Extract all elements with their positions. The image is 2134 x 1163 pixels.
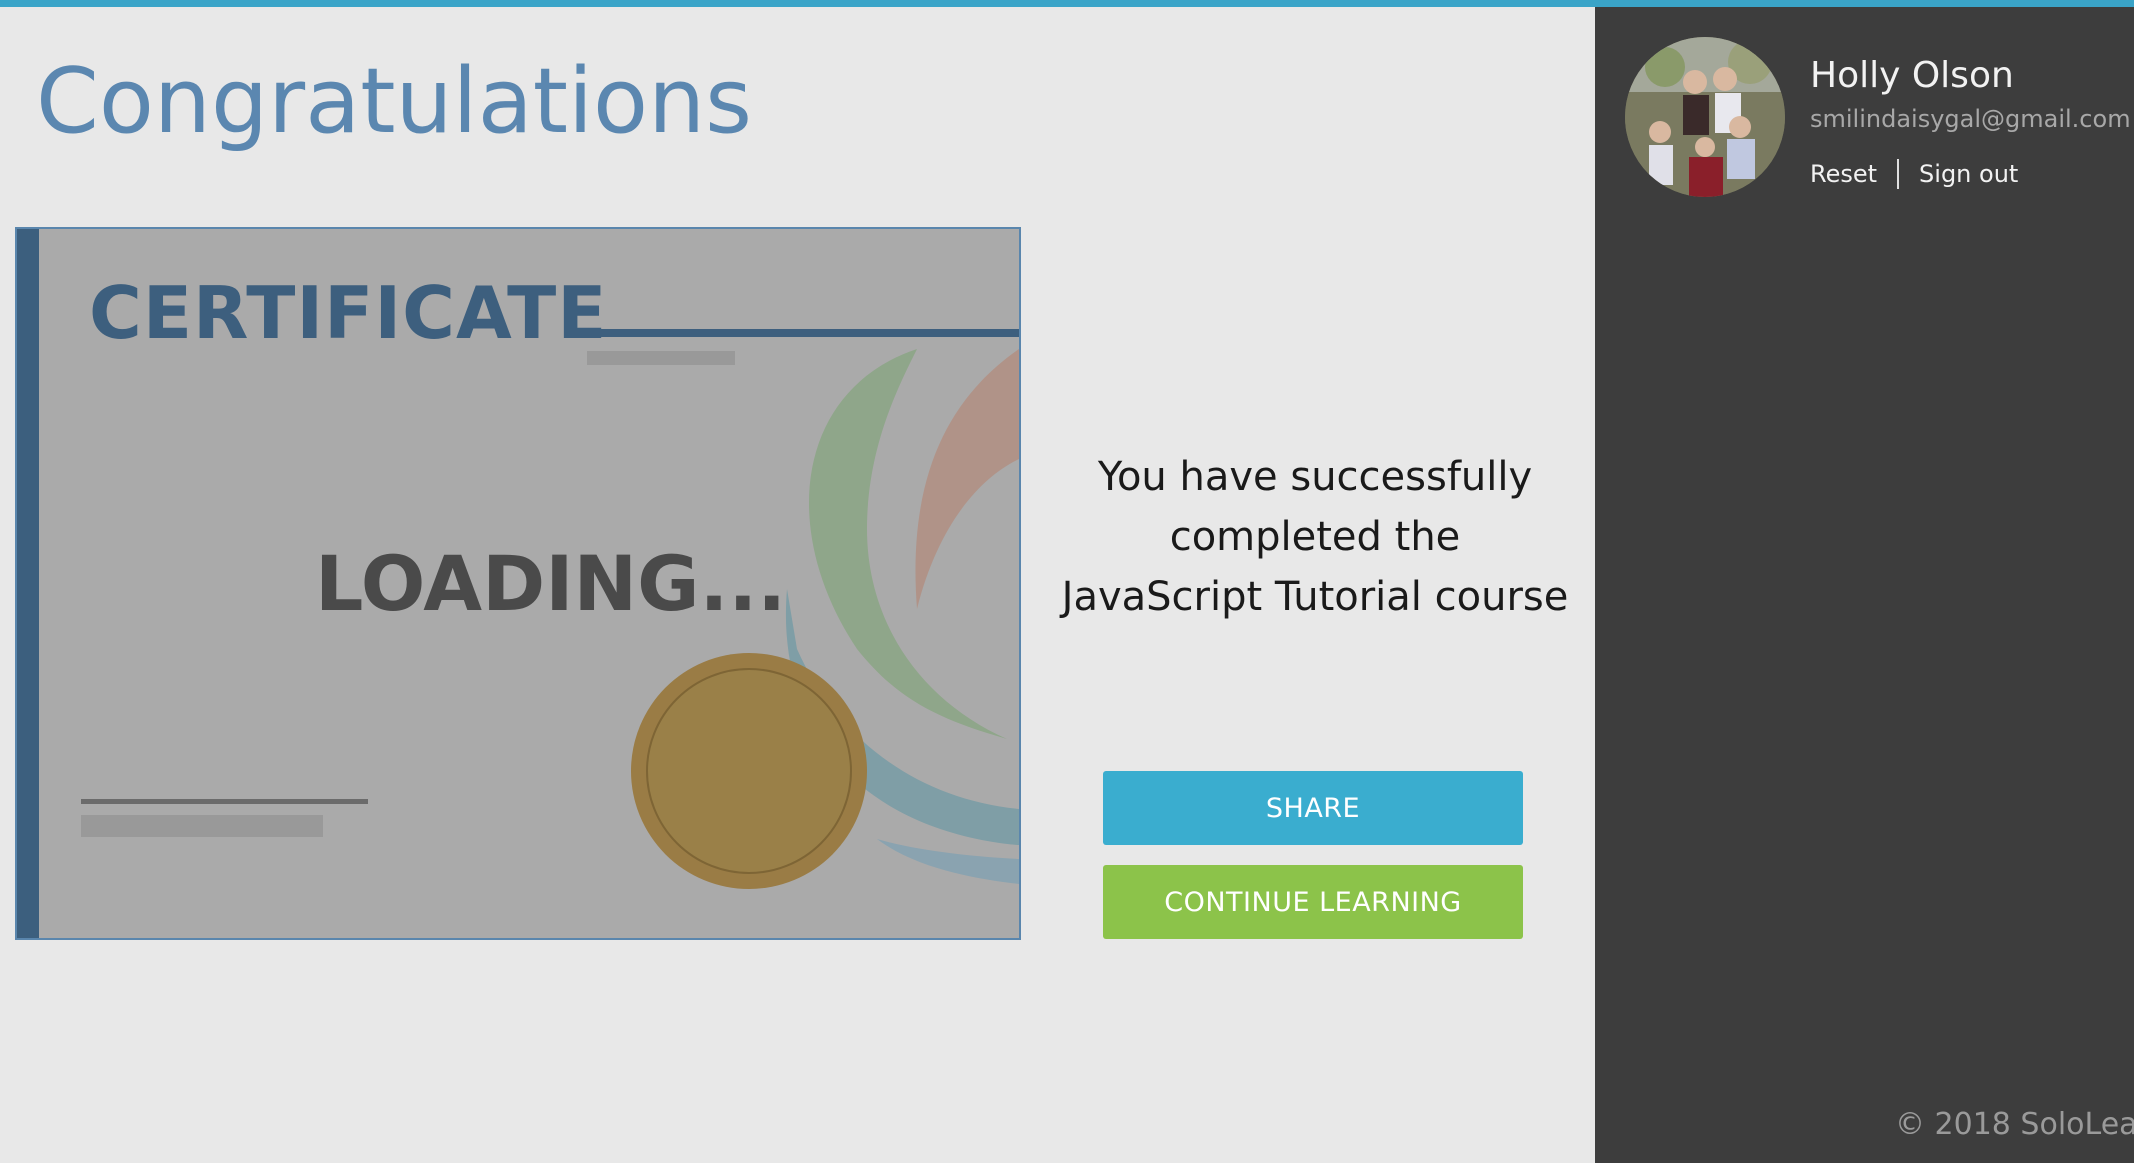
share-button[interactable]: SHARE — [1103, 771, 1523, 845]
avatar-photo-icon — [1625, 37, 1785, 197]
user-email: smilindaisygal@gmail.com — [1810, 105, 2131, 133]
user-sidebar: Holly Olson smilindaisygal@gmail.com Res… — [1595, 7, 2134, 1163]
swirl-red — [915, 349, 1019, 609]
user-links: Reset Sign out — [1810, 159, 2018, 189]
certificate-side-stripe — [17, 229, 39, 938]
avatar[interactable] — [1625, 37, 1785, 197]
links-divider — [1897, 159, 1900, 189]
top-accent-bar — [0, 0, 2134, 7]
page-title: Congratulations — [36, 49, 753, 154]
certificate-preview: CERTIFICATE LOADING... — [15, 227, 1021, 940]
certificate-heading: CERTIFICATE — [89, 271, 608, 355]
certificate-loading-text: LOADING... — [315, 539, 787, 628]
swirl-blue — [877, 839, 1019, 884]
certificate-signature-line — [81, 799, 368, 804]
sign-out-link[interactable]: Sign out — [1919, 160, 2018, 188]
seal-icon — [631, 653, 867, 889]
main-content: Congratulations CERTIFICATE LOADING... Y… — [0, 7, 1595, 1163]
continue-learning-button[interactable]: CONTINUE LEARNING — [1103, 865, 1523, 939]
certificate-signature-placeholder — [81, 815, 323, 837]
user-name: Holly Olson — [1810, 55, 2014, 96]
certificate-subtitle-placeholder — [587, 351, 735, 365]
certificate-heading-rule — [587, 329, 1019, 337]
completion-line-3: JavaScript Tutorial course — [1061, 574, 1569, 620]
completion-line-1: You have successfully — [1097, 454, 1533, 500]
completion-line-2: completed the — [1169, 514, 1461, 560]
completion-message: You have successfully completed the Java… — [1060, 447, 1570, 627]
copyright-text: © 2018 SoloLear — [1895, 1107, 2134, 1142]
reset-link[interactable]: Reset — [1810, 160, 1877, 188]
